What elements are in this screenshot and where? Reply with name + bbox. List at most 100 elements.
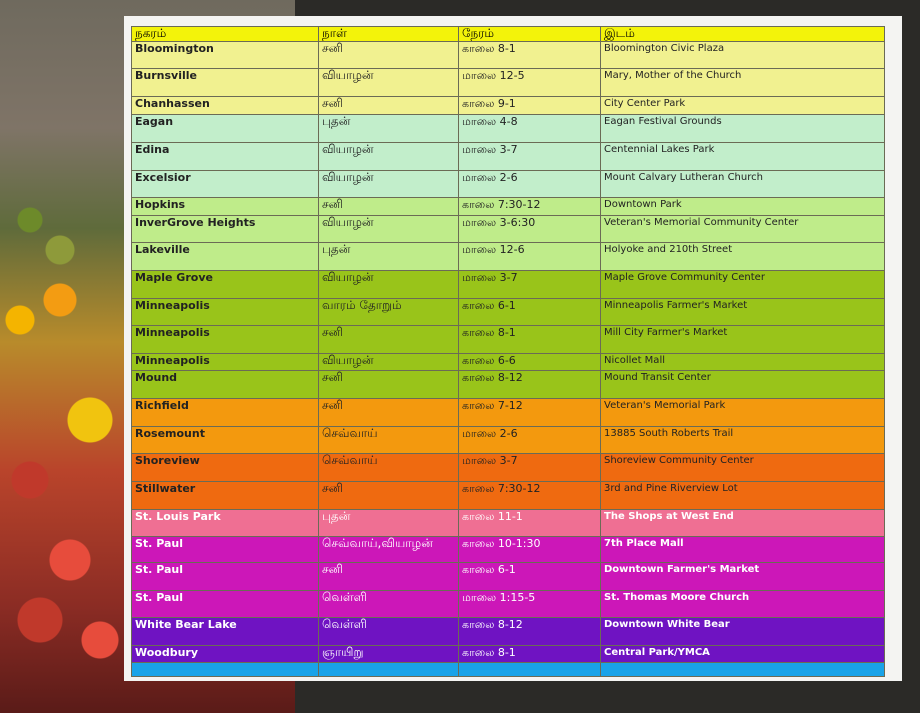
table-row: Minneapolis வியாழன் காலை 6-6 Nicollet Mall	[131, 353, 885, 371]
table-row: St. Paul சனி காலை 6-1 Downtown Farmer's Mar…	[131, 562, 885, 591]
place-cell: 13885 South Roberts Trail	[600, 426, 885, 454]
place-cell	[600, 662, 885, 677]
place-cell: Mary, Mother of the Church	[600, 68, 885, 97]
day-cell: புதன்	[318, 509, 459, 537]
table-row: Lakeville புதன் மாலை 12-6 Holyoke and 210th…	[131, 242, 885, 271]
city-cell	[131, 662, 319, 677]
time-cell: மாலை 2-6	[458, 426, 601, 454]
place-cell: Mill City Farmer's Market	[600, 325, 885, 354]
city-cell: Minneapolis	[131, 298, 319, 326]
table-row: Bloomington சனி காலை 8-1 Bloomington Civic …	[131, 41, 885, 69]
city-cell: Bloomington	[131, 41, 319, 69]
table-row: Eagan புதன் மாலை 4-8 Eagan Festival Grounds	[131, 114, 885, 143]
place-cell: Downtown Farmer's Market	[600, 562, 885, 591]
day-cell: செவ்வாய்,வியாழன்	[318, 536, 459, 563]
place-cell: Veteran's Memorial Community Center	[600, 215, 885, 243]
city-cell: St. Louis Park	[131, 509, 319, 537]
place-cell: Mount Calvary Lutheran Church	[600, 170, 885, 198]
city-cell: Shoreview	[131, 453, 319, 482]
city-cell: White Bear Lake	[131, 617, 319, 646]
header-time: நேரம்	[458, 26, 601, 42]
header-day: நாள்	[318, 26, 459, 42]
table-row: St. Paul செவ்வாய்,வியாழன் காலை 10-1:30 7th …	[131, 536, 885, 563]
city-cell: InverGrove Heights	[131, 215, 319, 243]
city-cell: St. Paul	[131, 562, 319, 591]
day-cell: செவ்வாய்	[318, 426, 459, 454]
place-cell: Nicollet Mall	[600, 353, 885, 371]
time-cell: காலை 7:30-12	[458, 481, 601, 510]
city-cell: St. Paul	[131, 590, 319, 618]
day-cell: புதன்	[318, 114, 459, 143]
time-cell: காலை 7-12	[458, 398, 601, 427]
day-cell: வெள்ளி	[318, 617, 459, 646]
time-cell: காலை 9-1	[458, 96, 601, 115]
time-cell: காலை 10-1:30	[458, 536, 601, 563]
table-row: Rosemount செவ்வாய் மாலை 2-6 13885 South Rob…	[131, 426, 885, 454]
table-row: Minneapolis வாரம் தோறும் காலை 6-1 Minneapol…	[131, 298, 885, 326]
city-cell: St. Paul	[131, 536, 319, 563]
table-row: Mound சனி காலை 8-12 Mound Transit Center	[131, 370, 885, 399]
city-cell: Burnsville	[131, 68, 319, 97]
day-cell: சனி	[318, 370, 459, 399]
day-cell: செவ்வாய்	[318, 453, 459, 482]
day-cell: வியாழன்	[318, 68, 459, 97]
table-row: Woodbury ஞாயிறு காலை 8-1 Central Park/YMCA	[131, 645, 885, 663]
time-cell: காலை 8-12	[458, 370, 601, 399]
place-cell: Mound Transit Center	[600, 370, 885, 399]
day-cell: வியாழன்	[318, 170, 459, 198]
time-cell: காலை 8-12	[458, 617, 601, 646]
city-cell: Woodbury	[131, 645, 319, 663]
table-row: Burnsville வியாழன் மாலை 12-5 Mary, Mother o…	[131, 68, 885, 97]
place-cell: Minneapolis Farmer's Market	[600, 298, 885, 326]
day-cell: ஞாயிறு	[318, 645, 459, 663]
day-cell	[318, 662, 459, 677]
day-cell: வியாழன்	[318, 353, 459, 371]
place-cell: Shoreview Community Center	[600, 453, 885, 482]
city-cell: Stillwater	[131, 481, 319, 510]
city-cell: Hopkins	[131, 197, 319, 216]
table-row: St. Louis Park புதன் காலை 11-1 The Shops at…	[131, 509, 885, 537]
city-cell: Chanhassen	[131, 96, 319, 115]
day-cell: சனி	[318, 481, 459, 510]
table-row: Chanhassen சனி காலை 9-1 City Center Park	[131, 96, 885, 115]
day-cell: சனி	[318, 562, 459, 591]
day-cell: சனி	[318, 197, 459, 216]
city-cell: Rosemount	[131, 426, 319, 454]
city-cell: Eagan	[131, 114, 319, 143]
time-cell: மாலை 3-7	[458, 270, 601, 299]
header-city: நகரம்	[131, 26, 319, 42]
place-cell: St. Thomas Moore Church	[600, 590, 885, 618]
time-cell: காலை 8-1	[458, 325, 601, 354]
city-cell: Maple Grove	[131, 270, 319, 299]
place-cell: 3rd and Pine Riverview Lot	[600, 481, 885, 510]
header-place: இடம்	[600, 26, 885, 42]
farmers-market-schedule-table: நகரம் நாள் நேரம் இடம் Bloomington சனி காலை…	[131, 26, 885, 677]
time-cell: மாலை 12-6	[458, 242, 601, 271]
time-cell: காலை 7:30-12	[458, 197, 601, 216]
place-cell: Maple Grove Community Center	[600, 270, 885, 299]
place-cell: Holyoke and 210th Street	[600, 242, 885, 271]
table-row: St. Paul வெள்ளி மாலை 1:15-5 St. Thomas Moor…	[131, 590, 885, 618]
table-row: Edina வியாழன் மாலை 3-7 Centennial Lakes Par…	[131, 142, 885, 171]
place-cell: Downtown White Bear	[600, 617, 885, 646]
table-row: InverGrove Heights வியாழன் மாலை 3-6:30 Vete…	[131, 215, 885, 243]
table-row: Maple Grove வியாழன் மாலை 3-7 Maple Grove Co…	[131, 270, 885, 299]
city-cell: Edina	[131, 142, 319, 171]
day-cell: சனி	[318, 96, 459, 115]
place-cell: Centennial Lakes Park	[600, 142, 885, 171]
day-cell: வாரம் தோறும்	[318, 298, 459, 326]
table-header-row: நகரம் நாள் நேரம் இடம்	[131, 26, 885, 42]
table-row: Richfield சனி காலை 7-12 Veteran's Memorial …	[131, 398, 885, 427]
day-cell: புதன்	[318, 242, 459, 271]
city-cell: Lakeville	[131, 242, 319, 271]
table-row: White Bear Lake வெள்ளி காலை 8-12 Downtown W…	[131, 617, 885, 646]
time-cell: காலை 11-1	[458, 509, 601, 537]
day-cell: வியாழன்	[318, 270, 459, 299]
time-cell: மாலை 3-7	[458, 453, 601, 482]
day-cell: சனி	[318, 398, 459, 427]
place-cell: The Shops at West End	[600, 509, 885, 537]
city-cell: Minneapolis	[131, 325, 319, 354]
table-row: Stillwater சனி காலை 7:30-12 3rd and Pine Ri…	[131, 481, 885, 510]
city-cell: Minneapolis	[131, 353, 319, 371]
table-row: Shoreview செவ்வாய் மாலை 3-7 Shoreview Commu…	[131, 453, 885, 482]
